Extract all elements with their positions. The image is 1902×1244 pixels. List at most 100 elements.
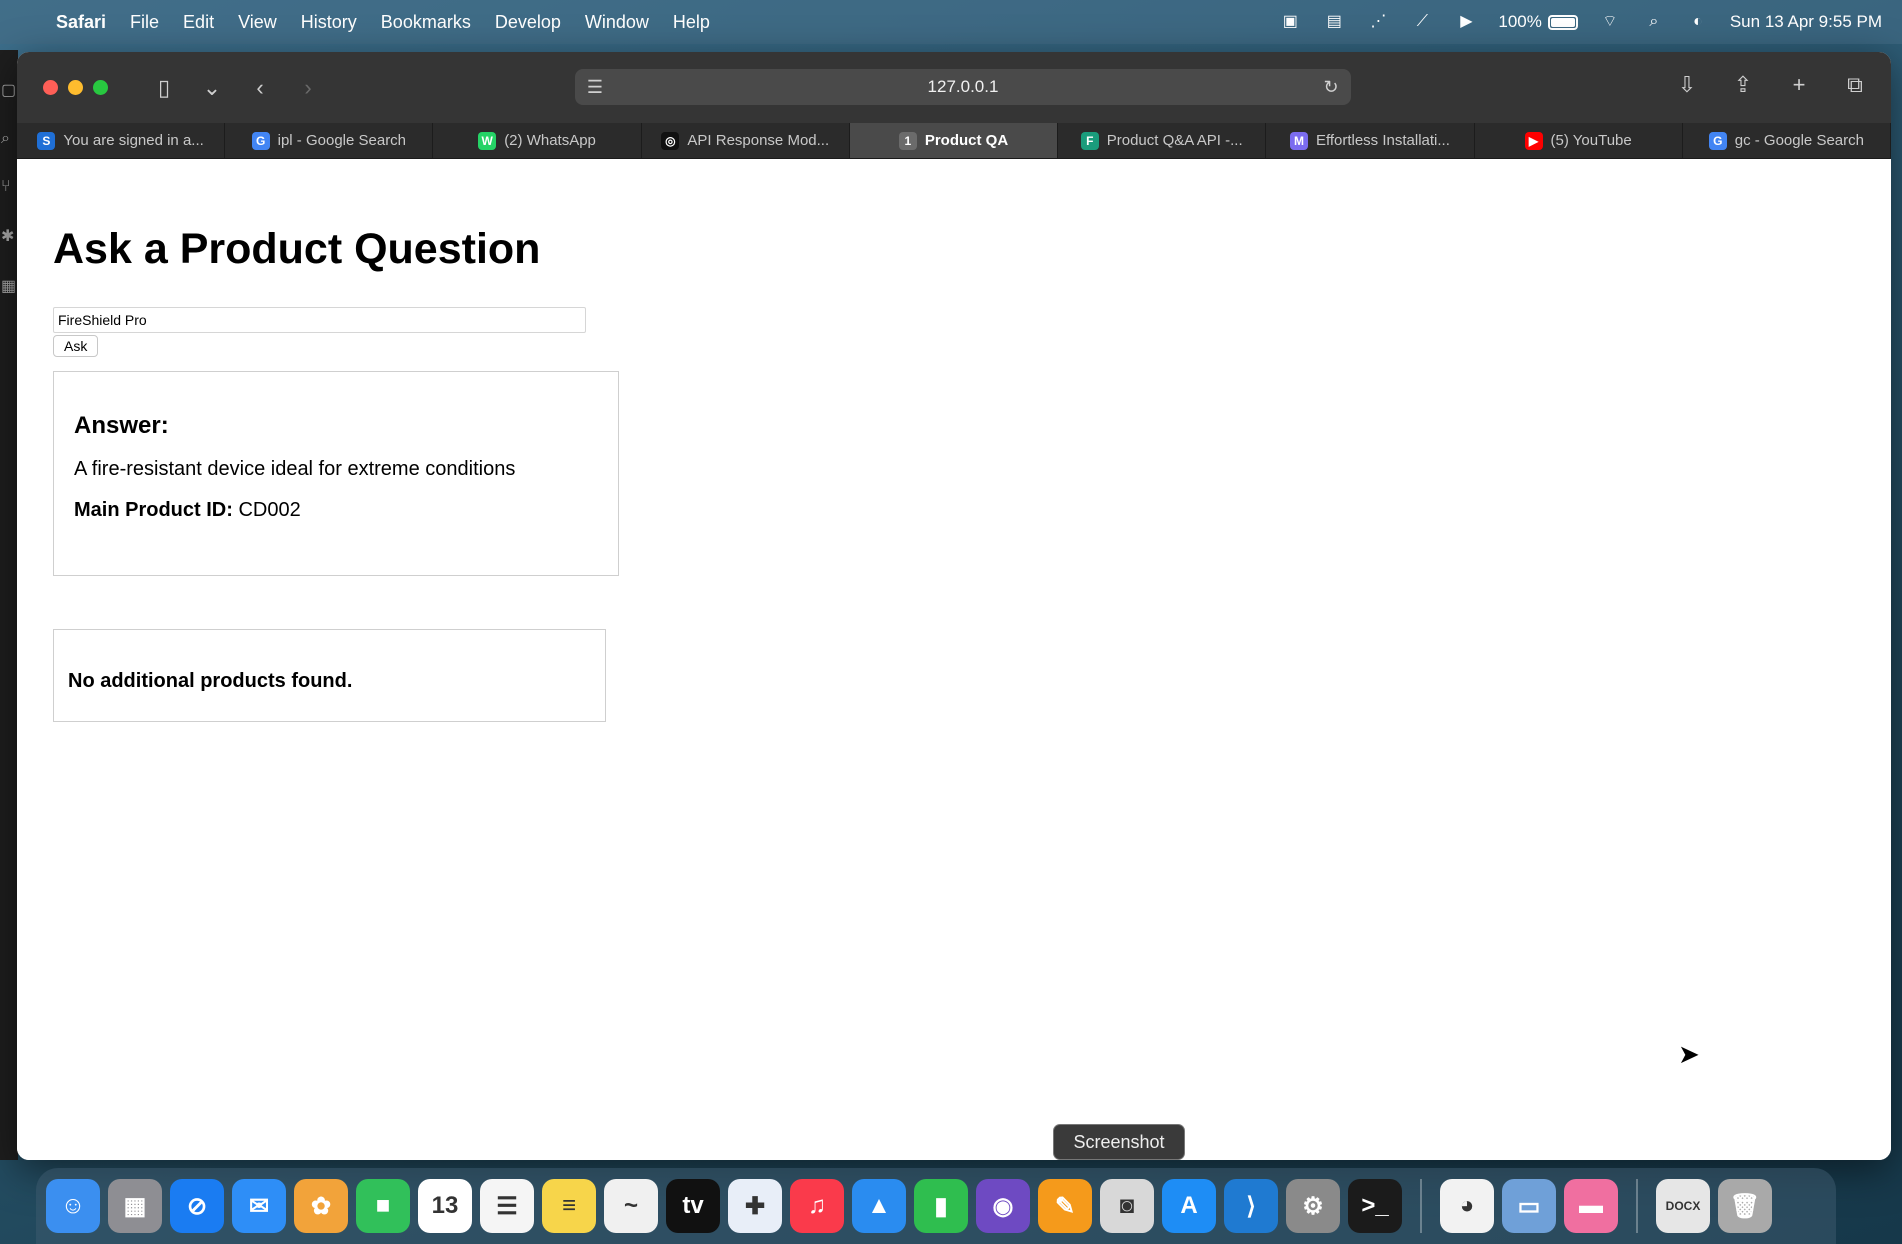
tab-product-qa[interactable]: 1 Product QA — [849, 123, 1059, 158]
menu-clock[interactable]: Sun 13 Apr 9:55 PM — [1730, 12, 1882, 32]
tab-favicon-icon: S — [37, 131, 56, 150]
tab-youtube[interactable]: ▶ (5) YouTube — [1475, 123, 1683, 158]
tab-effortless[interactable]: M Effortless Installati... — [1266, 123, 1475, 158]
tab-overview-icon[interactable]: ⧉ — [1839, 72, 1871, 98]
no-additional-products-text: No additional products found. — [68, 670, 353, 692]
menu-window[interactable]: Window — [573, 12, 661, 33]
tab-label: (5) YouTube — [1550, 132, 1632, 149]
tab-label: (2) WhatsApp — [504, 132, 596, 149]
display-status-icon[interactable]: ▤ — [1322, 13, 1346, 31]
tab-favicon-icon: G — [251, 131, 270, 150]
downloads-icon[interactable]: ⇩ — [1671, 72, 1703, 98]
question-input[interactable] — [53, 307, 586, 333]
dock-ollama-icon[interactable]: ◕ — [1440, 1179, 1494, 1233]
dock-tableau-icon[interactable]: ✚ — [728, 1179, 782, 1233]
dock-tv-icon[interactable]: tv — [666, 1179, 720, 1233]
dock-launchpad-icon[interactable]: ▦ — [108, 1179, 162, 1233]
tab-ipl-search[interactable]: G ipl - Google Search — [225, 123, 434, 158]
battery-percent: 100% — [1498, 12, 1542, 31]
dock-music-icon[interactable]: ♫ — [790, 1179, 844, 1233]
menu-history[interactable]: History — [289, 12, 369, 33]
slash-status-icon[interactable]: ⟋ — [1410, 13, 1434, 31]
page-content: Ask a Product Question Ask Answer: A fir… — [17, 159, 1891, 1160]
dock-trash-icon[interactable]: 🗑 — [1718, 1179, 1772, 1233]
menu-help[interactable]: Help — [661, 12, 722, 33]
main-product-id-label: Main Product ID: — [74, 499, 233, 521]
dock-vscode-icon[interactable]: ⟩ — [1224, 1179, 1278, 1233]
dock-github-icon[interactable]: ◉ — [976, 1179, 1030, 1233]
menu-view[interactable]: View — [226, 12, 289, 33]
dock-terminal-icon[interactable]: >_ — [1348, 1179, 1402, 1233]
menu-edit[interactable]: Edit — [171, 12, 226, 33]
main-product-id-value: CD002 — [238, 499, 301, 521]
safari-window: ▯ ⌄ ‹ › ☰ 127.0.0.1 ↻ ⇩ ⇪ + ⧉ S You are … — [17, 52, 1891, 1160]
back-button[interactable]: ‹ — [244, 75, 276, 101]
new-tab-icon[interactable]: + — [1783, 72, 1815, 98]
menu-file[interactable]: File — [118, 12, 171, 33]
dock-freeform-icon[interactable]: ~ — [604, 1179, 658, 1233]
control-center-icon[interactable]: ◐ — [1686, 13, 1710, 31]
dock-docx-file-icon[interactable]: DOCX — [1656, 1179, 1710, 1233]
background-window-strip: ▢ ⌕ ⑂ ✱ ▦ — [0, 50, 18, 1160]
dock-notes-icon[interactable]: ≡ — [542, 1179, 596, 1233]
dock-system-settings-icon[interactable]: ⚙ — [1286, 1179, 1340, 1233]
browser-toolbar: ▯ ⌄ ‹ › ☰ 127.0.0.1 ↻ ⇩ ⇪ + ⧉ — [17, 52, 1891, 123]
play-status-icon[interactable]: ▶ — [1454, 13, 1478, 31]
tab-favicon-icon: 1 — [898, 131, 917, 150]
reload-icon[interactable]: ↻ — [1311, 77, 1351, 98]
tab-label: Effortless Installati... — [1315, 132, 1450, 149]
dock-safari-icon[interactable]: ⊘ — [170, 1179, 224, 1233]
menu-app-name[interactable]: Safari — [44, 12, 118, 33]
tab-whatsapp[interactable]: W (2) WhatsApp — [433, 123, 642, 158]
share-icon[interactable]: ⇪ — [1727, 72, 1759, 98]
dock-mac-app-icon[interactable]: ▬ — [1564, 1179, 1618, 1233]
chevron-down-icon[interactable]: ⌄ — [196, 75, 228, 101]
tab-favicon-icon: F — [1080, 131, 1099, 150]
address-bar[interactable]: ☰ 127.0.0.1 ↻ — [575, 69, 1351, 105]
dock-preview-icon[interactable]: ▭ — [1502, 1179, 1556, 1233]
dock-tooltip: Screenshot — [1053, 1124, 1185, 1160]
answer-heading: Answer: — [74, 412, 169, 439]
tab-signed-in[interactable]: S You are signed in a... — [17, 123, 226, 158]
wifi-icon[interactable]: ⌔ — [1598, 13, 1622, 31]
status-area: ▣ ▤ ⋰ ⟋ ▶ 100% ⌔ ⌕ ◐ Sun 13 Apr 9:55 PM — [1278, 12, 1902, 32]
minimize-window-button[interactable] — [68, 80, 83, 95]
dots-status-icon[interactable]: ⋰ — [1366, 13, 1390, 31]
answer-panel: Answer: A fire-resistant device ideal fo… — [53, 371, 619, 576]
spotlight-search-icon[interactable]: ⌕ — [1642, 13, 1666, 31]
dock-mail-icon[interactable]: ✉ — [232, 1179, 286, 1233]
dock-screenshot-icon[interactable]: ◙ — [1100, 1179, 1154, 1233]
dock-pages-icon[interactable]: ✎ — [1038, 1179, 1092, 1233]
tab-label: API Response Mod... — [687, 132, 830, 149]
close-window-button[interactable] — [43, 80, 58, 95]
strip-icon: ⌕ — [1, 130, 10, 147]
window-controls — [43, 80, 108, 95]
forward-button[interactable]: › — [292, 75, 324, 101]
tab-favicon-icon: W — [478, 131, 497, 150]
ask-button[interactable]: Ask — [53, 335, 99, 357]
tab-api-response[interactable]: ◎ API Response Mod... — [642, 123, 850, 158]
dock-keynote-icon[interactable]: ▲ — [852, 1179, 906, 1233]
menu-bookmarks[interactable]: Bookmarks — [369, 12, 483, 33]
sidebar-toggle-icon[interactable]: ▯ — [148, 75, 180, 101]
tab-label: gc - Google Search — [1734, 132, 1864, 149]
tab-product-qa-api[interactable]: F Product Q&A API -... — [1058, 123, 1267, 158]
tab-favicon-icon: G — [1708, 131, 1727, 150]
dock-reminders-icon[interactable]: ☰ — [480, 1179, 534, 1233]
dock-numbers-icon[interactable]: ▮ — [914, 1179, 968, 1233]
battery-indicator[interactable]: 100% — [1498, 12, 1578, 32]
page-menu-icon[interactable]: ☰ — [575, 77, 615, 98]
dock-facetime-icon[interactable]: ■ — [356, 1179, 410, 1233]
url-text[interactable]: 127.0.0.1 — [615, 77, 1311, 97]
dock-photos-icon[interactable]: ✿ — [294, 1179, 348, 1233]
zoom-window-button[interactable] — [93, 80, 108, 95]
tab-label: Product QA — [924, 132, 1009, 149]
app-status-icon[interactable]: ▣ — [1278, 13, 1302, 31]
dock-finder-icon[interactable]: ☺ — [46, 1179, 100, 1233]
tab-bar: S You are signed in a... G ipl - Google … — [17, 123, 1891, 159]
dock-app-store-icon[interactable]: A — [1162, 1179, 1216, 1233]
dock-calendar-icon[interactable]: 13 — [418, 1179, 472, 1233]
tab-gc-search[interactable]: G gc - Google Search — [1683, 123, 1891, 158]
menu-bar: Safari File Edit View History Bookmarks … — [0, 0, 1902, 44]
menu-develop[interactable]: Develop — [483, 12, 573, 33]
